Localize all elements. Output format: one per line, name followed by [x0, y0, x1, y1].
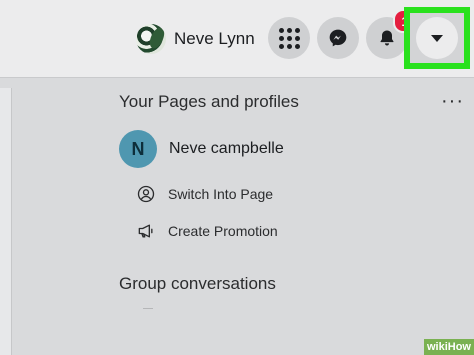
switch-profile-icon: [137, 185, 155, 203]
grid-menu-icon: [278, 27, 300, 49]
profile-name: Neve Lynn: [174, 29, 255, 48]
group-conversations-title: Group conversations: [119, 274, 276, 293]
messenger-icon: [329, 29, 347, 47]
profile-shortcut[interactable]: Neve Lynn: [136, 21, 255, 57]
divider: [143, 308, 153, 309]
more-options-button[interactable]: ···: [441, 91, 464, 111]
switch-into-page-label: Switch Into Page: [168, 186, 274, 202]
megaphone-icon: [138, 224, 153, 238]
account-dropdown-button[interactable]: [416, 17, 458, 59]
wikihow-watermark: wikiHow: [424, 339, 474, 355]
create-promotion-label: Create Promotion: [168, 223, 278, 239]
bell-icon: [380, 30, 394, 46]
avatar: [136, 24, 166, 54]
create-promotion-item[interactable]: Create Promotion: [136, 220, 278, 242]
menu-button[interactable]: [268, 17, 310, 59]
left-panel-edge: [0, 88, 12, 355]
messenger-button[interactable]: [317, 17, 359, 59]
page-avatar[interactable]: N: [119, 130, 157, 168]
caret-down-icon: [431, 34, 443, 42]
switch-into-page-item[interactable]: Switch Into Page: [136, 183, 273, 205]
page-name[interactable]: Neve campbelle: [169, 140, 284, 158]
pages-section-title: Your Pages and profiles: [119, 92, 299, 111]
top-navigation-bar: Neve Lynn 1: [0, 0, 474, 78]
